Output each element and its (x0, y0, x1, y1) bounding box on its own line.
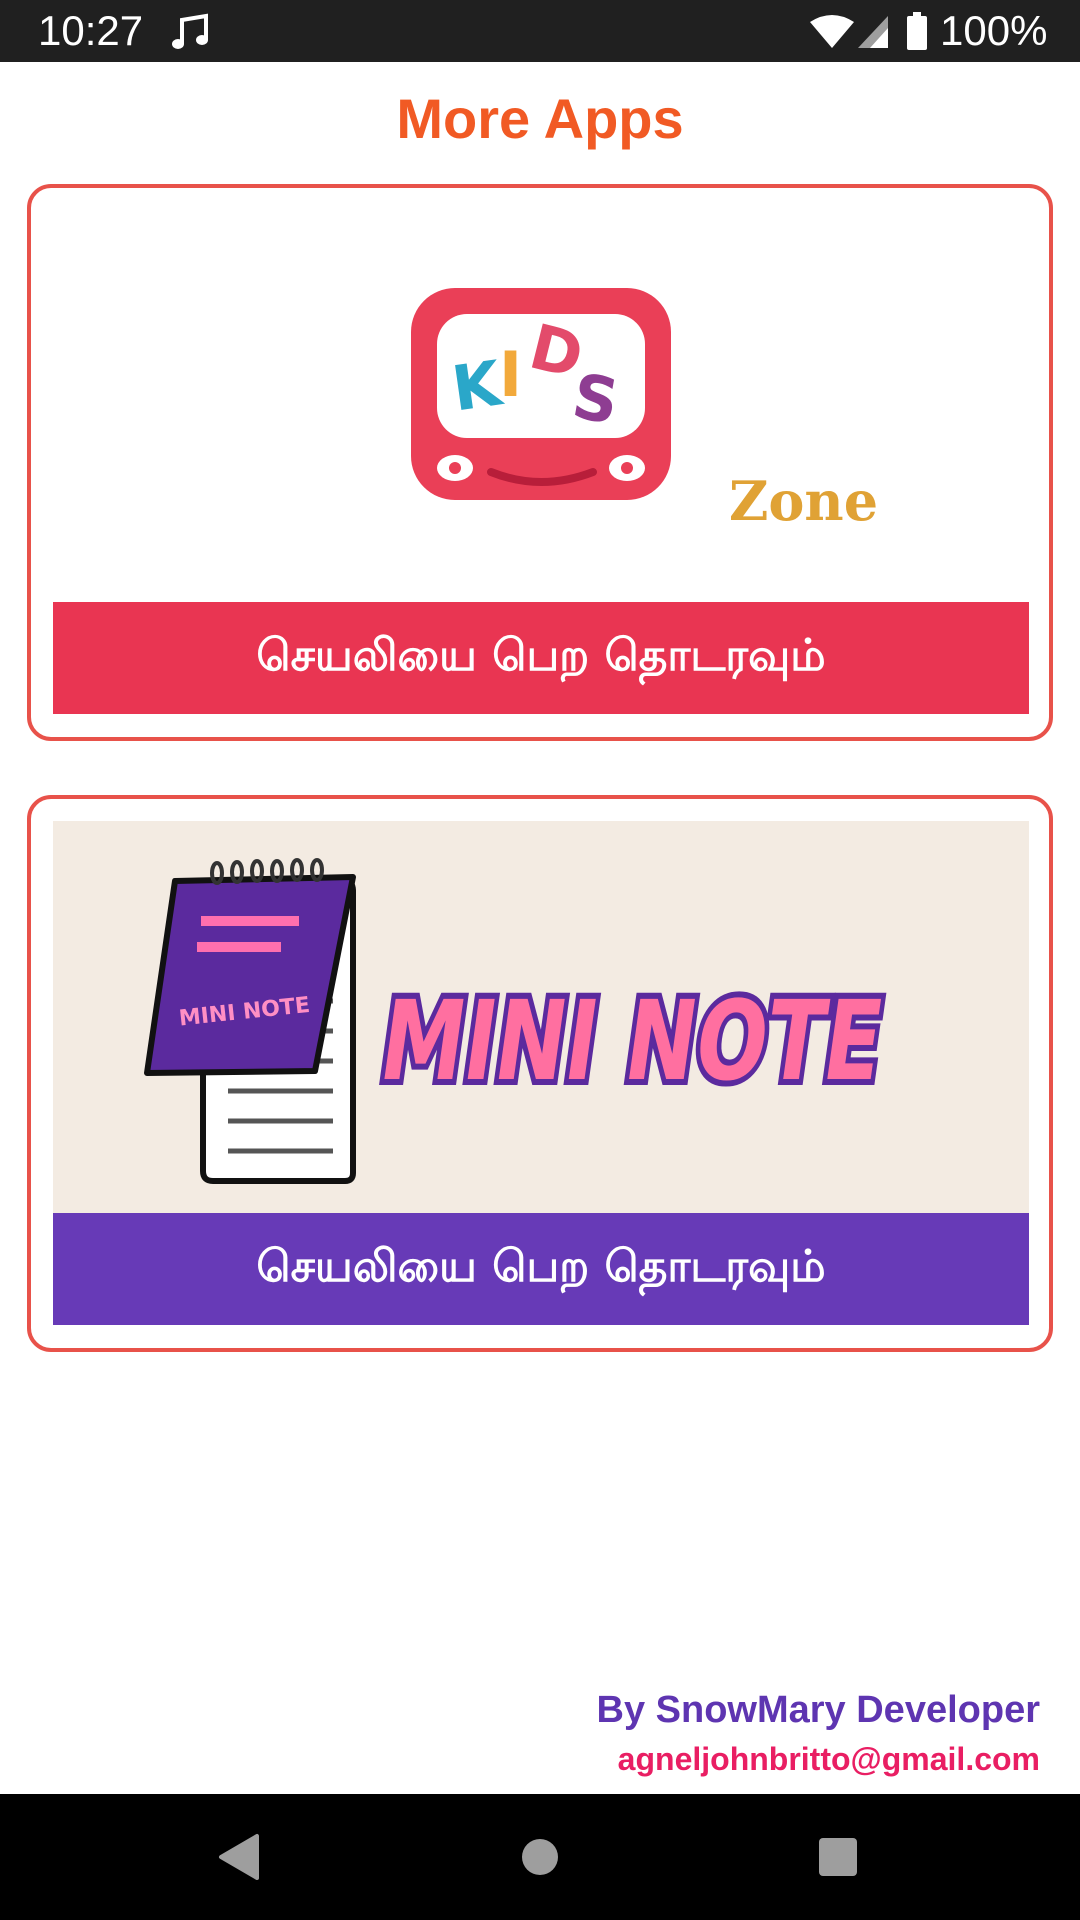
back-button[interactable] (204, 1822, 274, 1892)
svg-text:I: I (499, 338, 522, 411)
battery-percent: 100% (940, 7, 1048, 54)
recents-icon (819, 1838, 857, 1876)
status-time: 10:27 (38, 7, 144, 54)
cell-signal-icon (858, 16, 888, 48)
page-title: More Apps (396, 87, 684, 150)
developer-credit: By SnowMary Developer (596, 1689, 1040, 1731)
navigation-bar (0, 1794, 1080, 1920)
kids-zone-banner[interactable]: K I D S Zone (53, 210, 1029, 602)
kids-zone-get-app-button[interactable]: செயலியை பெற தொடரவும் (53, 602, 1029, 714)
kids-zone-logo: K I D S Zone (411, 288, 878, 533)
screen: 10:27 100% More Apps K I D S Zone செயலிய… (0, 0, 1080, 1920)
mini-note-get-app-button[interactable]: செயலியை பெற தொடரவும் (53, 1213, 1029, 1325)
home-icon (522, 1839, 558, 1875)
mini-note-banner[interactable]: MINI NOTE MINI NOTE (53, 821, 1029, 1213)
status-bar: 10:27 100% (0, 0, 1080, 62)
svg-text:Zone: Zone (729, 469, 878, 533)
battery-icon (907, 12, 927, 50)
mini-note-logo: MINI NOTE MINI NOTE (144, 858, 897, 1184)
home-button[interactable] (505, 1822, 575, 1892)
wifi-icon (810, 15, 854, 48)
developer-email-link[interactable]: agneljohnbritto@gmail.com (618, 1738, 1040, 1780)
svg-text:MINI NOTE: MINI NOTE (373, 978, 891, 1106)
back-icon (219, 1834, 259, 1880)
app-card-kids-zone: K I D S Zone செயலியை பெற தொடரவும் (27, 184, 1053, 741)
recents-button[interactable] (803, 1822, 873, 1892)
music-note-icon (172, 13, 208, 49)
app-card-mini-note: MINI NOTE MINI NOTE செயலியை பெற தொடரவும் (27, 795, 1053, 1352)
